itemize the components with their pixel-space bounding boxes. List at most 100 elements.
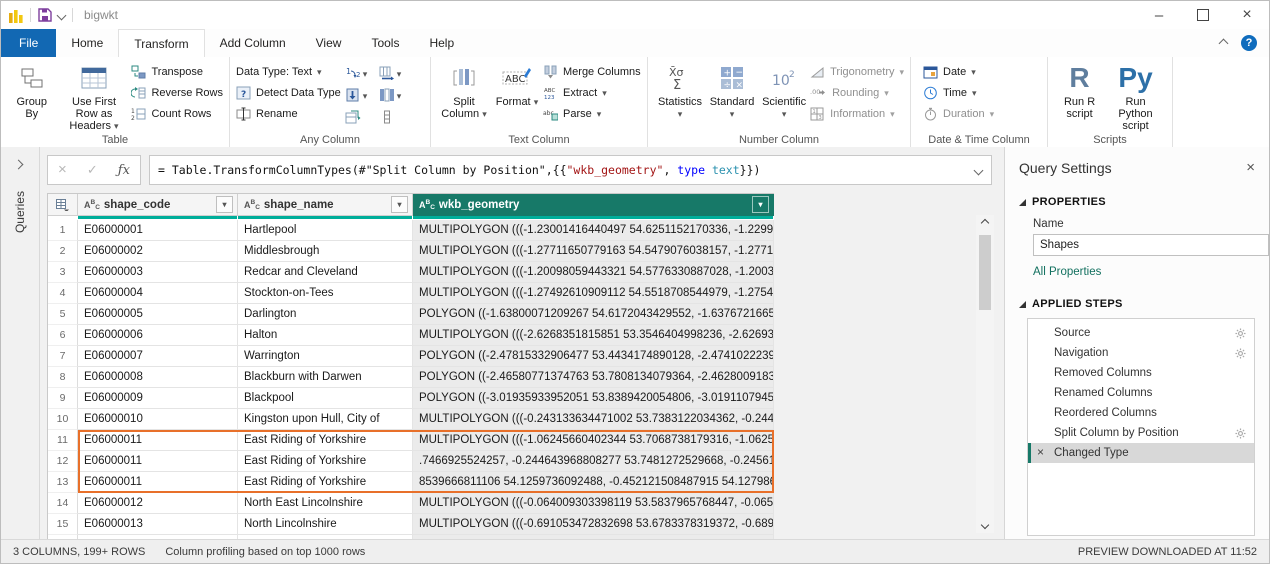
- cell-shape-name[interactable]: Halton: [238, 325, 413, 346]
- rounding-button[interactable]: .00 Rounding: [810, 84, 904, 101]
- cell-shape-code[interactable]: E06000002: [78, 241, 238, 262]
- table-row[interactable]: 12 E06000011 East Riding of Yorkshire .7…: [48, 451, 774, 472]
- cell-wkb-geometry[interactable]: MULTIPOLYGON (((-1.23001416440497 54.625…: [413, 220, 774, 241]
- step-delete-icon[interactable]: [1037, 445, 1044, 459]
- table-row[interactable]: 14 E06000012 North East Lincolnshire MUL…: [48, 493, 774, 514]
- cell-wkb-geometry[interactable]: MULTIPOLYGON (((-0.243133634471002 53.73…: [413, 409, 774, 430]
- tab-home[interactable]: Home: [56, 29, 118, 57]
- minimize-button[interactable]: [1137, 1, 1181, 29]
- cell-shape-code[interactable]: E06000006: [78, 325, 238, 346]
- cancel-formula-icon[interactable]: [58, 161, 67, 179]
- cell-wkb-geometry[interactable]: MULTIPOLYGON (((-1.27492610909112 54.551…: [413, 283, 774, 304]
- expand-formula-icon[interactable]: [974, 166, 984, 176]
- cell-shape-name[interactable]: Redcar and Cleveland: [238, 262, 413, 283]
- cell-shape-name[interactable]: East Riding of Yorkshire: [238, 451, 413, 472]
- cell-wkb-geometry[interactable]: MULTIPOLYGON (((-1.20098059443321 54.577…: [413, 262, 774, 283]
- scroll-up-icon[interactable]: [976, 215, 994, 231]
- duration-button[interactable]: Duration: [923, 105, 994, 122]
- cell-wkb-geometry[interactable]: POLYGON ((-2.47815332906477 53.443417489…: [413, 346, 774, 367]
- cell-shape-code[interactable]: E06000009: [78, 388, 238, 409]
- pivot-column-button[interactable]: [345, 107, 377, 127]
- filter-dropdown-icon[interactable]: [216, 196, 233, 213]
- tab-transform[interactable]: Transform: [118, 29, 204, 58]
- table-row[interactable]: 1 E06000001 Hartlepool MULTIPOLYGON (((-…: [48, 220, 774, 241]
- step-gear-icon[interactable]: [1235, 428, 1246, 439]
- quick-access-dropdown-icon[interactable]: [57, 10, 67, 20]
- tab-view[interactable]: View: [301, 29, 357, 57]
- cell-shape-name[interactable]: Kingston upon Hull, City of: [238, 409, 413, 430]
- save-icon[interactable]: [38, 8, 52, 22]
- extract-button[interactable]: ABC123 Extract: [543, 84, 641, 101]
- date-button[interactable]: Date: [923, 63, 994, 80]
- standard-button[interactable]: +−÷× Standard: [706, 60, 758, 122]
- tab-add-column[interactable]: Add Column: [205, 29, 301, 57]
- scrollbar-thumb[interactable]: [979, 235, 991, 310]
- filter-dropdown-icon[interactable]: [391, 196, 408, 213]
- cell-shape-name[interactable]: Blackburn with Darwen: [238, 367, 413, 388]
- parse-button[interactable]: abc Parse: [543, 105, 641, 122]
- format-button[interactable]: ABC Format: [491, 60, 543, 110]
- rename-button[interactable]: Rename: [236, 105, 341, 122]
- run-python-script-button[interactable]: Py Run Python script: [1105, 60, 1166, 134]
- applied-step[interactable]: Renamed Columns: [1028, 383, 1254, 403]
- cell-shape-code[interactable]: E06000001: [78, 220, 238, 241]
- data-type-button[interactable]: Data Type: Text: [236, 63, 341, 80]
- cell-wkb-geometry[interactable]: POLYGON ((-1.63800071209267 54.617204342…: [413, 304, 774, 325]
- applied-step[interactable]: Navigation: [1028, 343, 1254, 363]
- trigonometry-button[interactable]: Trigonometry: [810, 63, 904, 80]
- collapse-ribbon-icon[interactable]: [1219, 38, 1229, 48]
- profiling-info[interactable]: Column profiling based on top 1000 rows: [165, 546, 365, 558]
- unpivot-columns-button[interactable]: [379, 85, 411, 105]
- cell-shape-code[interactable]: E06000010: [78, 409, 238, 430]
- cell-shape-code[interactable]: E06000011: [78, 430, 238, 451]
- table-menu-button[interactable]: [48, 194, 78, 216]
- cell-wkb-geometry[interactable]: POLYGON ((-3.01935933952051 53.838942005…: [413, 388, 774, 409]
- transpose-button[interactable]: Transpose: [131, 63, 223, 80]
- query-name-input[interactable]: [1033, 234, 1269, 256]
- convert-to-list-button[interactable]: [379, 107, 411, 127]
- step-gear-icon[interactable]: [1235, 348, 1246, 359]
- commit-formula-icon[interactable]: [87, 161, 98, 179]
- cell-shape-name[interactable]: Darlington: [238, 304, 413, 325]
- maximize-button[interactable]: [1181, 1, 1225, 29]
- table-row[interactable]: 13 E06000011 East Riding of Yorkshire 85…: [48, 472, 774, 493]
- cell-shape-name[interactable]: North East Lincolnshire: [238, 493, 413, 514]
- cell-shape-code[interactable]: E06000004: [78, 283, 238, 304]
- column-header-wkb-geometry[interactable]: wkb_geometry: [413, 194, 774, 216]
- close-panel-icon[interactable]: [1246, 159, 1255, 176]
- applied-step[interactable]: Source: [1028, 323, 1254, 343]
- move-columns-button[interactable]: [379, 63, 411, 83]
- tab-help[interactable]: Help: [414, 29, 469, 57]
- group-by-button[interactable]: Group By: [7, 60, 57, 122]
- table-row[interactable]: 9 E06000009 Blackpool POLYGON ((-3.01935…: [48, 388, 774, 409]
- cell-wkb-geometry[interactable]: .7466925524257, -0.244643968808277 53.74…: [413, 451, 774, 472]
- fill-button[interactable]: [345, 85, 377, 105]
- vertical-scrollbar[interactable]: [976, 215, 994, 533]
- cell-shape-code[interactable]: E06000007: [78, 346, 238, 367]
- cell-shape-name[interactable]: East Riding of Yorkshire: [238, 472, 413, 493]
- time-button[interactable]: Time: [923, 84, 994, 101]
- cell-shape-name[interactable]: North Lincolnshire: [238, 514, 413, 535]
- statistics-button[interactable]: X̄σΣ Statistics: [654, 60, 706, 122]
- use-first-row-as-headers-button[interactable]: Use First Row as Headers: [57, 60, 132, 134]
- cell-wkb-geometry[interactable]: POLYGON ((-2.46580771374763 53.780813407…: [413, 367, 774, 388]
- applied-step[interactable]: Changed Type: [1028, 443, 1254, 463]
- column-header-shape-code[interactable]: shape_code: [78, 194, 238, 216]
- cell-wkb-geometry[interactable]: MULTIPOLYGON (((-2.6268351815851 53.3546…: [413, 325, 774, 346]
- table-row[interactable]: 6 E06000006 Halton MULTIPOLYGON (((-2.62…: [48, 325, 774, 346]
- queries-pane-collapsed[interactable]: Queries: [1, 147, 40, 539]
- tab-file[interactable]: File: [1, 29, 56, 57]
- cell-shape-code[interactable]: E06000011: [78, 451, 238, 472]
- cell-shape-name[interactable]: Warrington: [238, 346, 413, 367]
- applied-step[interactable]: Reordered Columns: [1028, 403, 1254, 423]
- scientific-button[interactable]: 102 Scientific: [758, 60, 810, 122]
- expand-queries-icon[interactable]: [14, 160, 24, 170]
- fx-icon[interactable]: [118, 161, 130, 179]
- scroll-down-icon[interactable]: [976, 517, 994, 533]
- merge-columns-button[interactable]: Merge Columns: [543, 63, 641, 80]
- close-button[interactable]: [1225, 1, 1269, 29]
- cell-shape-name[interactable]: Blackpool: [238, 388, 413, 409]
- count-rows-button[interactable]: 12 Count Rows: [131, 105, 223, 122]
- table-row[interactable]: 4 E06000004 Stockton-on-Tees MULTIPOLYGO…: [48, 283, 774, 304]
- cell-shape-code[interactable]: E06000012: [78, 493, 238, 514]
